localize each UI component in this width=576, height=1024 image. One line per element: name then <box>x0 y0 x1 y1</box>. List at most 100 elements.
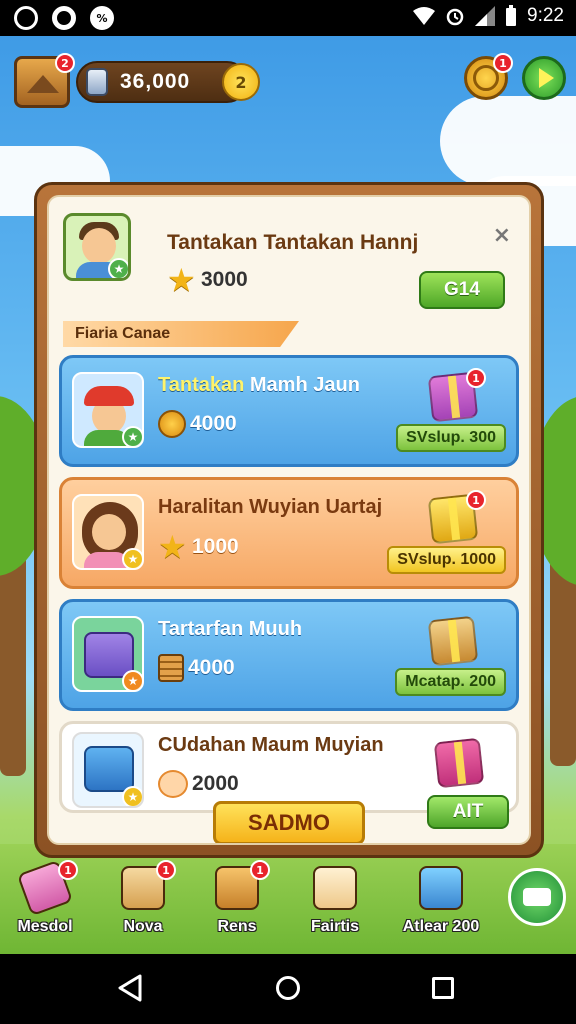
status-system: 9:22 <box>413 5 564 27</box>
row-title: Haralitan Wuyian Uartaj <box>158 496 383 518</box>
spin-wheel-button[interactable]: 1 <box>464 53 513 100</box>
quest-panel: ★ Tantakan Tantakan Hannj ★ 3000 × G14 F… <box>34 182 544 858</box>
dock-label: Mesdol <box>17 918 73 935</box>
quest-row[interactable]: ★ Tartarfan Muuh 4000 Mcatap. 200 <box>59 599 519 711</box>
row-reward-value: 4000 <box>190 412 237 435</box>
row-reward-value: 2000 <box>192 772 239 795</box>
back-icon[interactable] <box>118 974 142 1002</box>
home-icon[interactable] <box>276 976 300 1000</box>
row-claim-button[interactable]: Mcatap. 200 <box>395 668 506 696</box>
quest-row[interactable]: ★ Haralitan Wuyian Uartaj ★ 1000 1 SVslu… <box>59 477 519 589</box>
currency-display: 36,000 2 <box>76 61 260 103</box>
dock-item-nova[interactable]: 1 Nova <box>98 860 188 954</box>
game-scene: 2 36,000 2 1 ★ Tantakan Tantakan Hannj ★… <box>0 36 576 954</box>
cap-icon <box>84 386 134 406</box>
dock-item-rens[interactable]: 1 Rens <box>192 860 282 954</box>
close-button[interactable]: × <box>493 223 511 248</box>
cloud <box>440 96 576 186</box>
quest-row[interactable]: ★ Tantakan Mamh Jaun 4000 1 SVslup. 300 <box>59 355 519 467</box>
status-notifications: % <box>14 6 114 30</box>
row-reward: 4000 <box>158 410 237 438</box>
dock-label: Atlear 200 <box>402 918 480 935</box>
row-avatar: ★ <box>72 372 144 448</box>
chest-icon <box>84 746 134 792</box>
star-badge-icon: ★ <box>122 548 142 568</box>
section-label: Fiaria Canae <box>63 321 299 347</box>
jar-icon <box>86 68 108 96</box>
row-title-highlight: Tantakan <box>158 374 245 396</box>
primary-button[interactable]: SADMO <box>213 801 365 843</box>
ait-button[interactable]: AIT <box>427 795 509 829</box>
dock-label: Fairtis <box>310 918 359 935</box>
status-bar: % 9:22 <box>0 0 576 36</box>
dock-badge: 1 <box>58 860 78 880</box>
star-icon: ★ <box>158 528 187 566</box>
play-icon <box>538 68 554 88</box>
row-reward: 2000 <box>158 770 239 798</box>
row-title: CUdahan Maum Muyian <box>158 734 384 756</box>
add-currency-button[interactable]: 2 <box>222 63 260 101</box>
topbar-left: 2 36,000 2 <box>14 53 260 108</box>
notification-target-icon <box>52 6 76 30</box>
star-icon: ★ <box>167 261 196 299</box>
navigation-bar <box>0 954 576 1024</box>
row-reward: 4000 <box>158 654 235 682</box>
wifi-icon <box>413 7 436 25</box>
avatar-face <box>82 228 116 264</box>
panel-header: ★ Tantakan Tantakan Hannj ★ 3000 × G14 <box>63 213 515 309</box>
notification-percent-icon: % <box>90 6 114 30</box>
star-badge-icon: ★ <box>108 258 128 278</box>
quest-panel-body: ★ Tantakan Tantakan Hannj ★ 3000 × G14 F… <box>47 195 531 845</box>
map-badge: 2 <box>55 53 75 73</box>
recents-icon[interactable] <box>432 977 454 999</box>
star-badge-icon: ★ <box>122 786 142 806</box>
row-claim-button[interactable]: SVslup. 300 <box>396 424 506 452</box>
signal-icon <box>475 6 496 26</box>
dock-item-fairtis[interactable]: Fairtis <box>290 866 380 954</box>
battery-icon <box>506 5 517 26</box>
row-badge: 1 <box>466 368 486 388</box>
spin-badge: 1 <box>493 53 513 73</box>
chat-icon <box>523 888 551 906</box>
header-reward: ★ 3000 <box>167 261 248 299</box>
row-reward-value: 1000 <box>192 535 239 558</box>
star-badge-icon: ★ <box>122 670 142 690</box>
row-avatar: ★ <box>72 616 144 692</box>
dock-badge: 1 <box>156 860 176 880</box>
row-avatar: ★ <box>72 494 144 570</box>
map-button[interactable]: 2 <box>14 53 75 108</box>
dock-item-atlear[interactable]: Atlear 200 <box>396 866 486 954</box>
notification-circle-icon <box>14 6 38 30</box>
coin-stack-icon <box>158 654 184 682</box>
cake-icon <box>313 866 357 910</box>
alarm-icon <box>446 8 464 26</box>
row-reward-value: 4000 <box>188 656 235 679</box>
avatar-face <box>92 514 126 550</box>
panel-title: Tantakan Tantakan Hannj <box>167 231 419 254</box>
row-reward: ★ 1000 <box>158 528 239 566</box>
dock-badge: 1 <box>250 860 270 880</box>
cube-icon <box>419 866 463 910</box>
treasure-icon <box>427 615 479 667</box>
dock-item-mesdol[interactable]: 1 Mesdol <box>0 859 90 954</box>
play-button[interactable] <box>522 56 566 100</box>
row-title: Tartarfan Muuh <box>158 618 303 640</box>
dock-label: Rens <box>217 918 257 935</box>
status-time: 9:22 <box>527 5 564 26</box>
header-reward-value: 3000 <box>201 268 248 291</box>
row-avatar: ★ <box>72 732 144 808</box>
bottom-dock: 1 Mesdol 1 Nova 1 Rens Fairtis Atlear 20… <box>0 859 576 954</box>
gift-box-icon <box>433 737 485 789</box>
topbar-right: 1 <box>464 53 566 100</box>
currency-value: 36,000 <box>120 70 191 93</box>
row-title-rest: Mamh Jaun <box>244 374 360 396</box>
kid-icon <box>158 770 188 798</box>
header-avatar: ★ <box>63 213 131 281</box>
chat-button[interactable] <box>508 868 566 926</box>
dock-label: Nova <box>123 918 163 935</box>
star-badge-icon: ★ <box>122 426 142 446</box>
row-claim-button[interactable]: SVslup. 1000 <box>387 546 506 574</box>
sun-coin-icon <box>158 410 186 438</box>
header-action-button[interactable]: G14 <box>419 271 505 309</box>
row-title: Tantakan Mamh Jaun <box>158 374 360 397</box>
